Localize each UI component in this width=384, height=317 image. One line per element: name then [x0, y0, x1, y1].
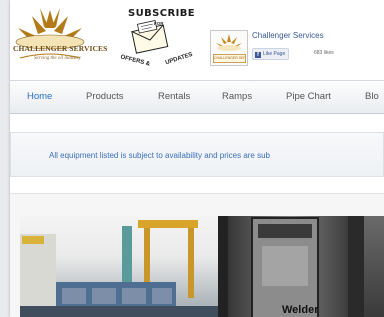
- product-slideshow: Welder: [10, 193, 384, 317]
- nav-item-blog[interactable]: Blo: [365, 81, 379, 113]
- nav-item-ramps[interactable]: Ramps: [222, 81, 252, 113]
- facebook-like-count: 683 likes: [314, 50, 334, 56]
- facebook-like-button[interactable]: f Like Page: [252, 48, 290, 60]
- facebook-icon: f: [255, 52, 261, 58]
- logo-tagline: Serving the oil industry: [34, 56, 81, 61]
- subscribe-heading: SUBSCRIBE: [128, 8, 195, 19]
- nav-item-products[interactable]: Products: [86, 81, 124, 113]
- page: CHALLENGER SERVICES Serving the oil indu…: [10, 0, 384, 317]
- facebook-thumbnail-label: CHALLENGER SERVICES: [213, 54, 246, 63]
- welder-photo[interactable]: [218, 216, 364, 317]
- site-logo[interactable]: CHALLENGER SERVICES Serving the oil indu…: [10, 6, 110, 68]
- facebook-page-thumbnail[interactable]: CHALLENGER SERVICES: [210, 30, 248, 66]
- availability-notice: All equipment listed is subject to avail…: [10, 132, 384, 177]
- notice-text: All equipment listed is subject to avail…: [49, 151, 271, 160]
- next-photo[interactable]: [364, 216, 384, 317]
- slide-caption: Welder: [282, 304, 319, 316]
- site-header: CHALLENGER SERVICES Serving the oil indu…: [10, 0, 384, 74]
- welder-image: [218, 216, 364, 317]
- nav-item-pipe-chart[interactable]: Pipe Chart: [286, 81, 331, 113]
- main-nav: Home Products Rentals Ramps Pipe Chart B…: [10, 80, 384, 114]
- nav-item-rentals[interactable]: Rentals: [158, 81, 190, 113]
- equipment-image: [20, 220, 218, 317]
- facebook-page-name[interactable]: Challenger Services: [252, 31, 324, 40]
- sun-thumbnail-icon: [216, 34, 242, 51]
- equipment-photo[interactable]: [20, 216, 218, 317]
- subscribe-for: FOR: [154, 21, 164, 26]
- nav-item-home[interactable]: Home: [27, 81, 52, 113]
- logo-text: CHALLENGER SERVICES: [13, 44, 108, 53]
- subscribe-banner[interactable]: SUBSCRIBE FOR OFFERS & UPDATES: [110, 4, 205, 70]
- facebook-like-label: Like Page: [263, 51, 286, 57]
